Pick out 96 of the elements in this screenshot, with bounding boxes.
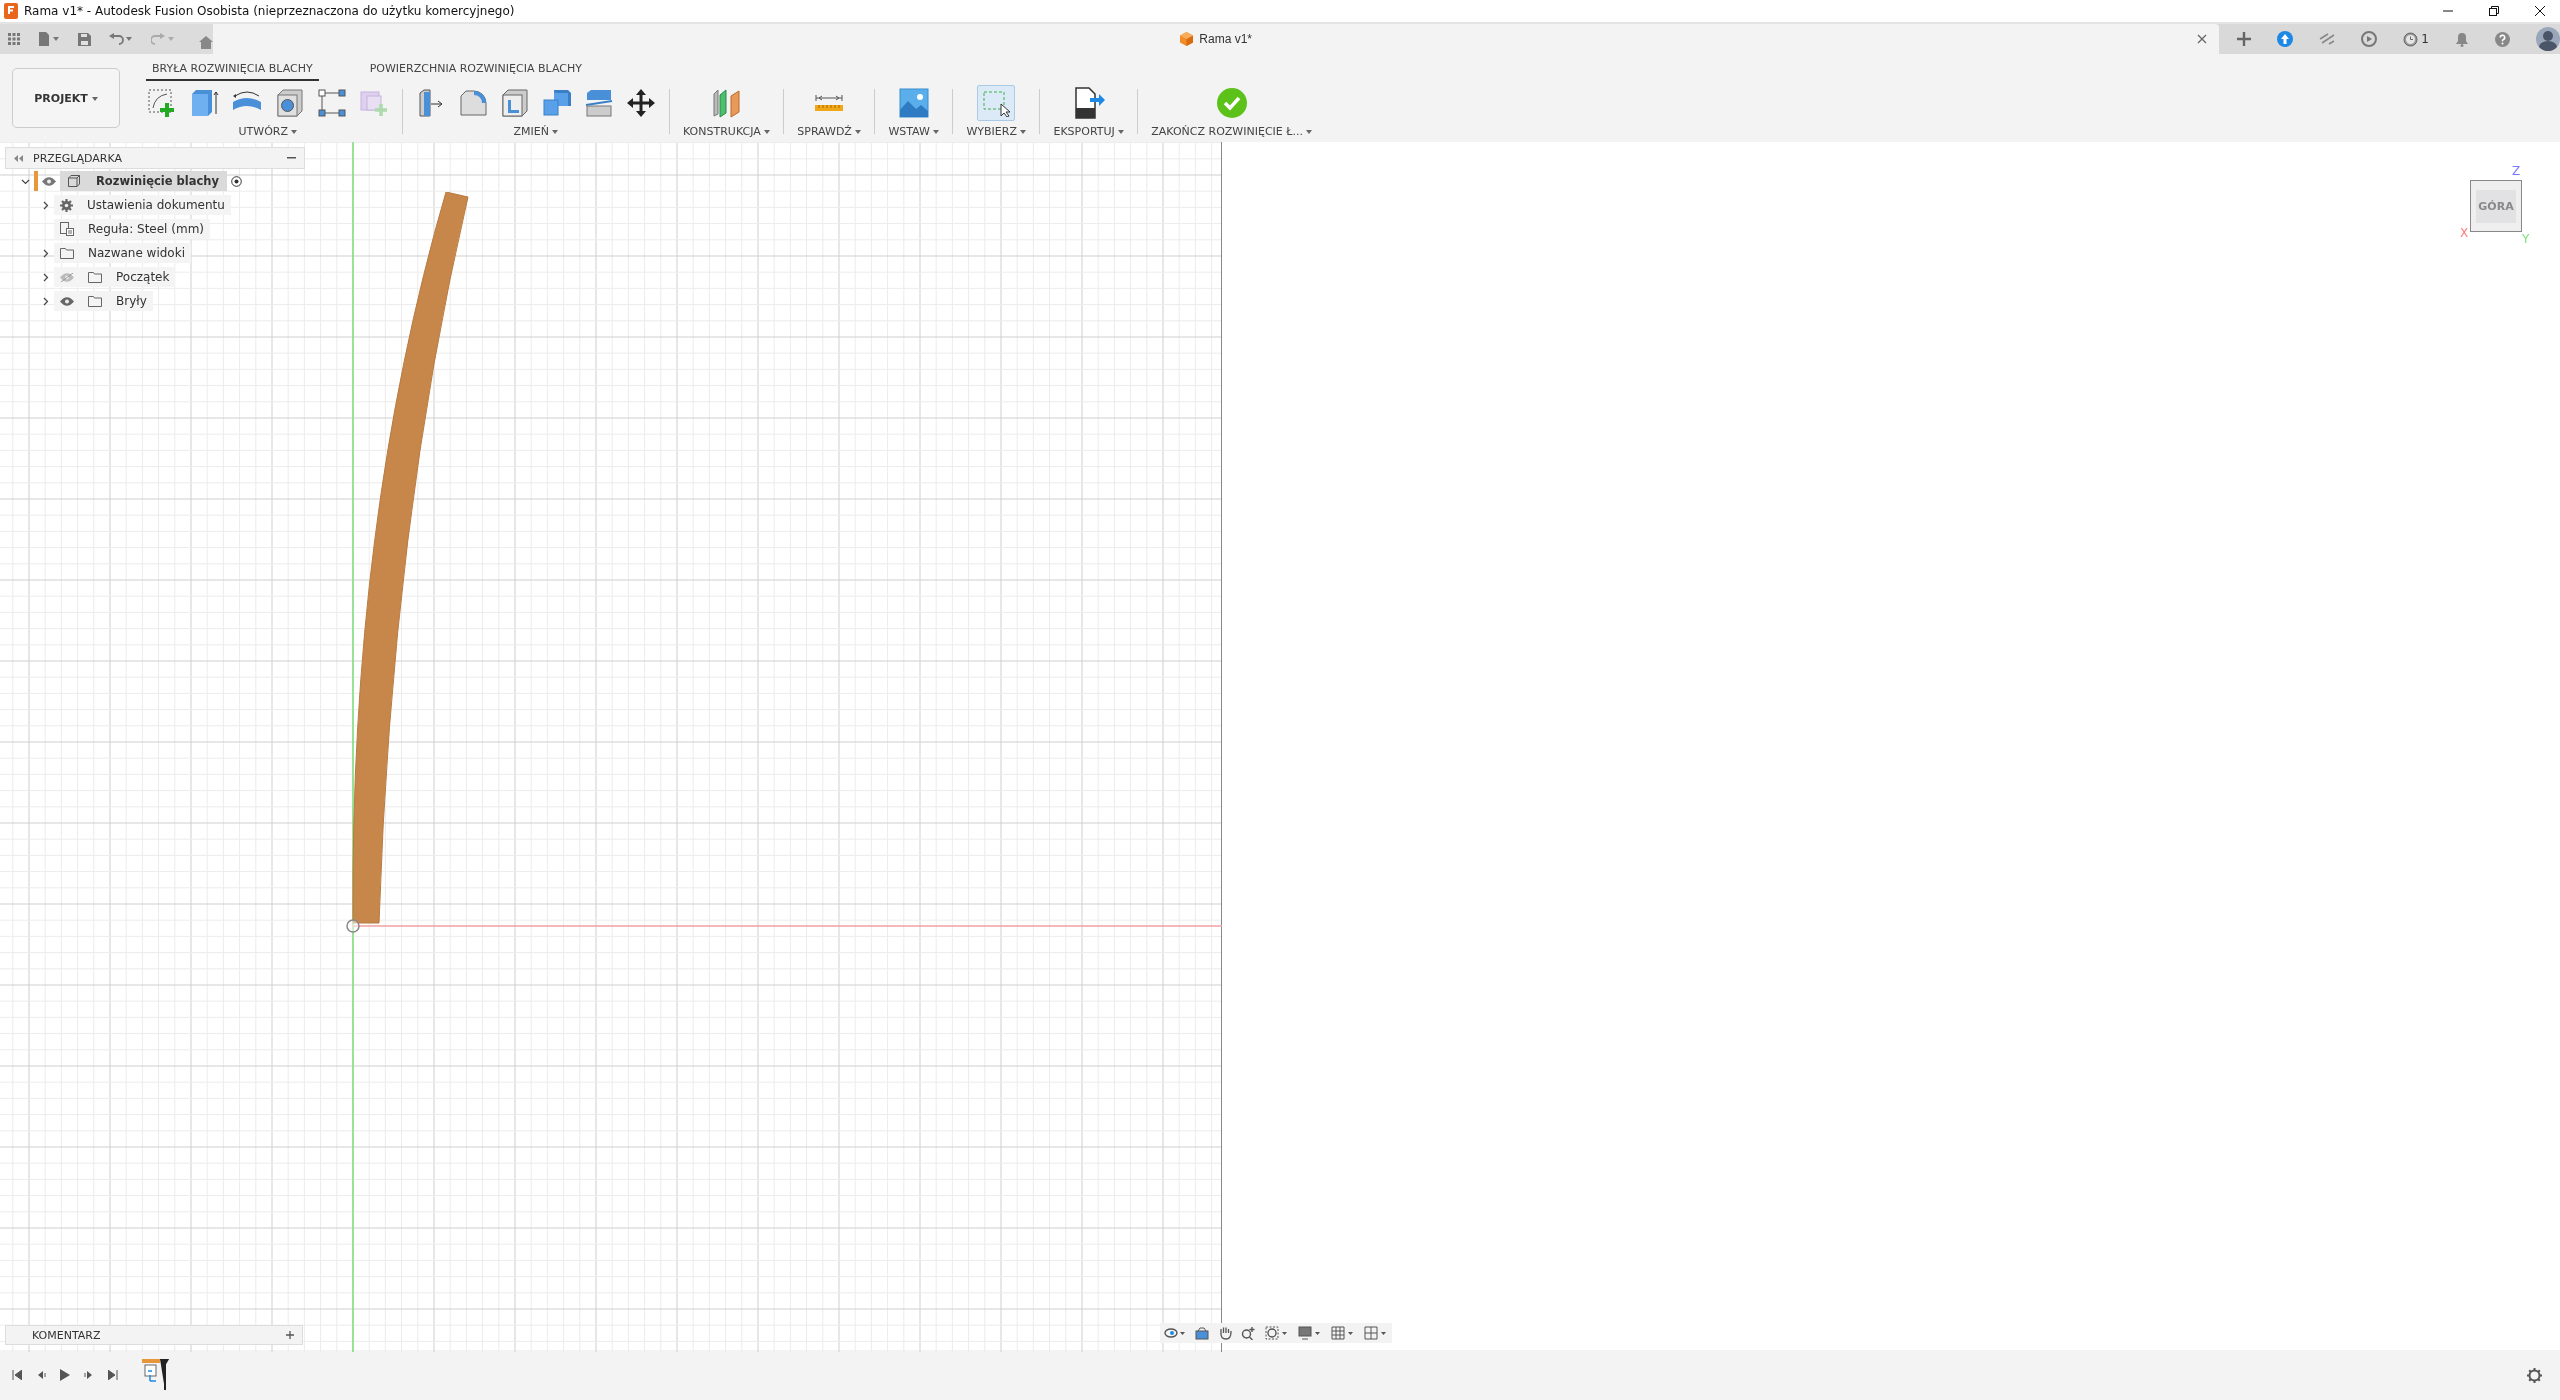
caret-icon [91,96,98,101]
previous-icon[interactable] [36,1370,46,1380]
tool-group-menu[interactable]: KONSTRUKCJA [683,125,771,138]
play-icon[interactable] [60,1369,70,1381]
last-icon[interactable] [108,1370,118,1380]
settings-icon[interactable] [2527,1367,2542,1383]
restore-icon[interactable] [2488,5,2500,17]
plane-icon[interactable] [710,88,743,118]
gear-icon [60,198,73,212]
tool-group-menu[interactable]: EKSPORTUJ [1053,125,1125,138]
undo-icon[interactable] [109,33,133,45]
selection-box-icon [981,89,1012,117]
move-icon[interactable] [626,88,656,118]
clock-icon[interactable] [2403,31,2419,47]
activate-radio-icon[interactable] [230,175,242,187]
upload-icon[interactable] [2277,31,2294,47]
apps-grid-icon[interactable] [8,33,20,45]
next-icon[interactable] [84,1370,94,1380]
component-icon [68,175,80,187]
fillet-icon[interactable] [458,88,488,118]
window-title: Rama v1* - Autodesk Fusion Osobista (nieprzeznaczona do użytku komercyjnego) [24,4,515,18]
offline-icon[interactable] [2319,33,2336,45]
tool-group-menu[interactable]: ZMIEŃ [513,125,559,138]
chevron-icon[interactable] [41,296,50,306]
tree-item-selected[interactable]: Rozwinięcie blachy [60,171,227,191]
eye-icon[interactable] [42,176,56,186]
close-icon[interactable] [2534,5,2546,17]
zoom-icon[interactable] [1241,1326,1256,1340]
pattern-icon[interactable] [317,88,347,118]
caret-icon [291,130,298,134]
origin-icon [345,918,361,934]
chevron-icon[interactable] [41,272,50,282]
collapse-icon[interactable] [14,154,23,162]
folder-icon [88,295,102,307]
caret-icon [1118,130,1125,134]
cube-icon [1180,32,1194,46]
home-icon[interactable] [199,35,213,49]
chevron-icon[interactable] [41,200,50,210]
minimize-panel-icon[interactable] [287,157,296,159]
shell-icon[interactable] [500,88,530,118]
derive-icon [359,88,389,118]
rule-icon [60,222,74,236]
caret-icon [764,130,771,134]
tree-label: Rozwinięcie blachy [96,174,219,188]
caret-icon [1020,130,1027,134]
select-button[interactable] [977,85,1016,121]
close-tab-icon[interactable] [2197,34,2208,44]
look-at-icon[interactable] [1195,1326,1209,1340]
split-body-icon[interactable] [584,88,614,118]
tool-group-menu[interactable]: ZAKOŃCZ ROZWINIĘCIE Ł... [1151,125,1313,138]
job-count: 1 [2421,32,2429,46]
check-icon[interactable] [1216,88,1247,118]
timeline-feature-icon[interactable] [142,1359,170,1391]
x-axis-label: X [2460,226,2469,240]
sketch-icon[interactable] [147,88,177,118]
new-tab-icon[interactable] [2237,32,2252,46]
caret-icon [933,130,940,134]
viewports-icon[interactable] [1364,1326,1388,1340]
ribbon-tab[interactable]: POWIERZCHNIA ROZWINIĘCIA BLACHY [363,58,588,81]
eye-hidden-icon[interactable] [60,272,74,282]
tool-group-menu[interactable]: SPRAWDŹ [797,125,862,138]
caret-icon [855,130,862,134]
document-tab-title[interactable]: Rama v1* [1199,32,1252,46]
save-icon[interactable] [78,32,91,46]
avatar-icon[interactable] [2536,27,2560,51]
caret-icon [1306,130,1313,134]
combine-icon[interactable] [542,88,572,118]
fit-icon[interactable] [1265,1326,1289,1340]
image-icon[interactable] [898,88,929,118]
dxf-file-icon[interactable] [1072,87,1105,119]
app-logo-icon [4,3,18,19]
bell-icon[interactable] [2455,31,2469,47]
grid-icon[interactable] [1331,1326,1355,1340]
tool-group-menu[interactable]: WSTAW [888,125,940,138]
add-icon[interactable] [286,1331,294,1339]
comments-title: KOMENTARZ [32,1328,101,1342]
chevron-icon[interactable] [41,248,50,258]
eye-icon[interactable] [60,296,74,306]
caret-icon [552,130,559,134]
file-menu-icon[interactable] [38,32,60,46]
first-icon[interactable] [12,1370,22,1380]
browser-title: PRZEGLĄDARKA [33,151,123,165]
tool-group-menu[interactable]: WYBIERZ [966,125,1027,138]
pan-hand-icon[interactable] [1218,1326,1232,1340]
z-axis-label: Z [2512,164,2521,178]
orbit-icon[interactable] [1164,1326,1186,1340]
display-icon[interactable] [1298,1326,1322,1340]
extrude-icon[interactable] [189,88,219,118]
folder-icon [88,271,102,283]
ribbon-tab[interactable]: BRYŁA ROZWINIĘCIA BLACHY [146,58,319,81]
hole-icon[interactable] [275,88,305,118]
project-button[interactable]: PROJEKT [12,68,120,128]
folder-icon [60,247,74,259]
y-axis-label: Y [2522,232,2530,246]
help-icon[interactable] [2495,31,2510,47]
tool-group-menu[interactable]: UTWÓRZ [238,125,298,138]
